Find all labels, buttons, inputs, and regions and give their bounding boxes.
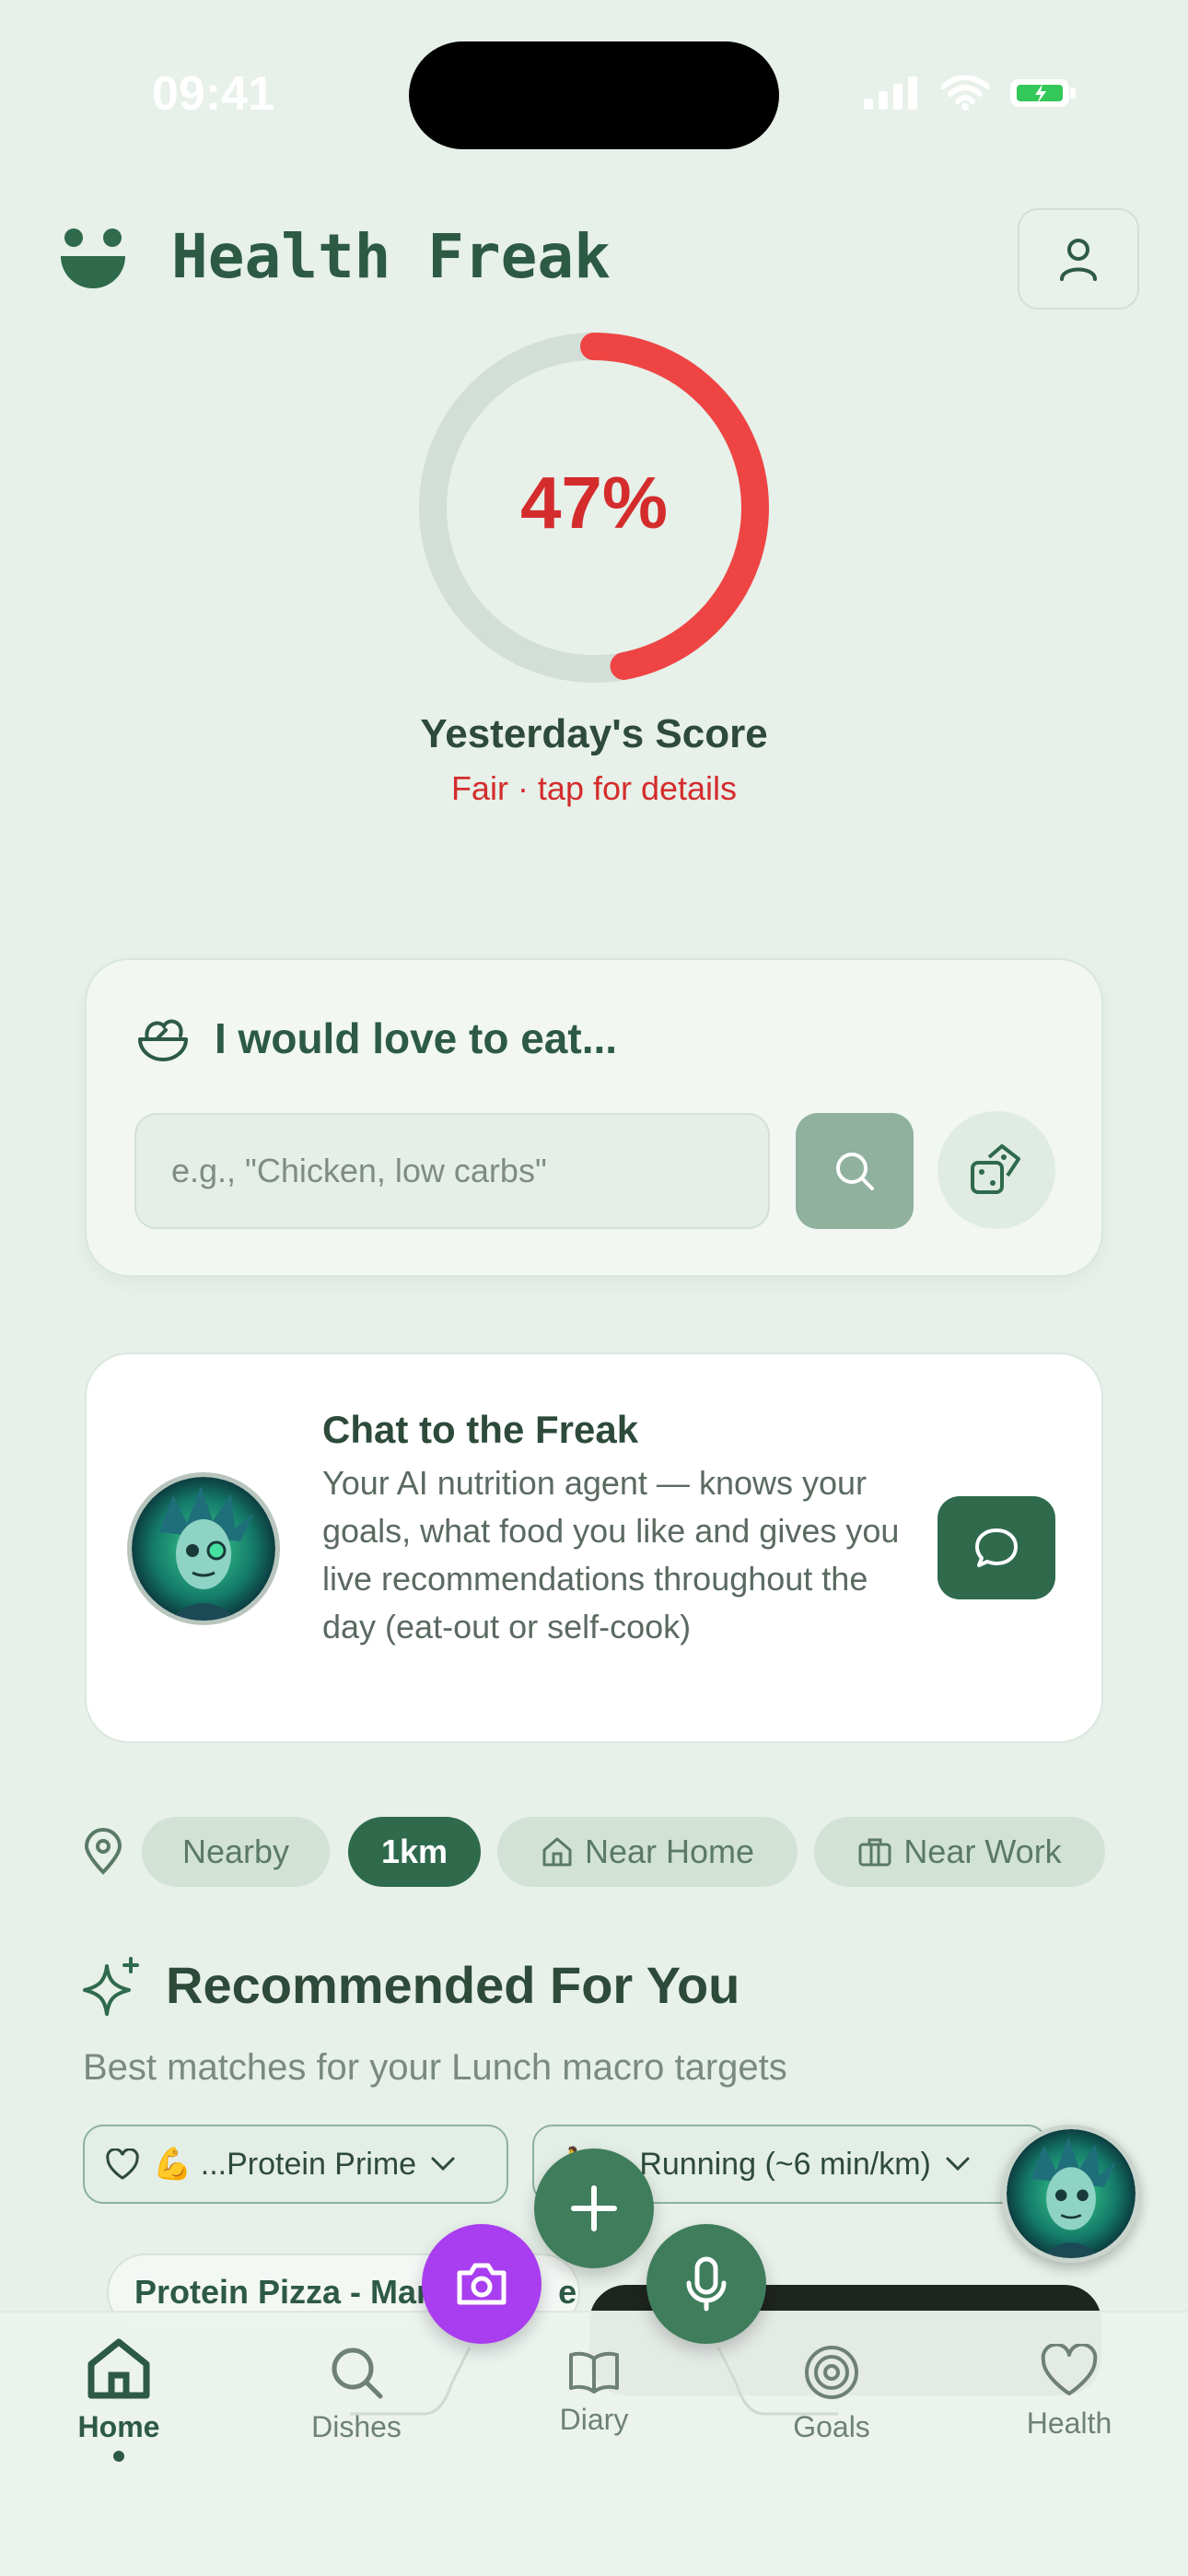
- microphone-icon: [686, 2256, 727, 2312]
- recommended-subtitle: Best matches for your Lunch macro target…: [83, 2047, 787, 2088]
- home-icon: [87, 2338, 150, 2399]
- score-value: 47%: [519, 462, 669, 544]
- activity-value: ...Running (~6 min/km): [613, 2146, 931, 2182]
- user-icon: [1060, 239, 1097, 281]
- heart-icon: [1041, 2344, 1098, 2395]
- eat-title: I would love to eat...: [215, 1014, 618, 1062]
- filter-chip-label: 1km: [380, 1832, 448, 1870]
- battery-icon: [1010, 79, 1076, 107]
- recommended-title: Recommended For You: [166, 1956, 740, 2014]
- status-time: 09:41: [152, 67, 274, 121]
- filter-chip-label: Near Work: [903, 1832, 1062, 1870]
- food-search-button[interactable]: [796, 1113, 914, 1229]
- chevron-down-icon: [946, 2157, 970, 2172]
- dish-name-tail: e: [558, 2273, 577, 2311]
- logo-icon: [61, 228, 125, 288]
- filter-chip-nearby[interactable]: Nearby: [142, 1817, 330, 1887]
- nav-goals[interactable]: Goals: [740, 2344, 924, 2444]
- target-icon: [805, 2346, 858, 2399]
- sparkle-icon: [83, 1957, 139, 2016]
- filter-chip-1km[interactable]: 1km: [348, 1817, 481, 1887]
- filter-chip-label: Nearby: [181, 1832, 290, 1870]
- nav-health[interactable]: Health: [977, 2344, 1161, 2441]
- add-entry-button[interactable]: [534, 2149, 654, 2268]
- filter-chip-near-work[interactable]: Near Work: [814, 1817, 1105, 1887]
- house-icon: [542, 1837, 572, 1867]
- chat-title: Chat to the Freak: [322, 1408, 639, 1451]
- score-label: Yesterday's Score: [420, 711, 768, 756]
- food-search-input[interactable]: [134, 1113, 770, 1229]
- protein-goal-value: 💪 ...Protein Prime: [153, 2147, 417, 2182]
- chat-description: Your AI nutrition agent — knows your goa…: [322, 1464, 900, 1645]
- signal-icon: [864, 76, 917, 110]
- random-dish-button[interactable]: [938, 1111, 1055, 1229]
- nav-label: Health: [1026, 2406, 1112, 2440]
- plus-icon: [571, 2185, 617, 2231]
- freak-chat-fab[interactable]: [1002, 2125, 1140, 2263]
- nav-diary[interactable]: Diary: [502, 2349, 686, 2437]
- book-icon: [569, 2351, 619, 2394]
- heart-outline-icon: [106, 2149, 139, 2180]
- wifi-icon: [941, 76, 989, 111]
- open-chat-button[interactable]: [938, 1496, 1055, 1599]
- dice-icon: [971, 1144, 1020, 1194]
- briefcase-icon: [858, 1838, 891, 1867]
- voice-button[interactable]: [646, 2224, 766, 2344]
- camera-icon: [457, 2263, 507, 2305]
- search-icon: [836, 1153, 874, 1190]
- nav-active-dot: [113, 2451, 124, 2462]
- avatar-illustration: [1007, 2129, 1136, 2258]
- nav-dishes[interactable]: Dishes: [264, 2344, 448, 2444]
- nav-label: Diary: [559, 2403, 629, 2436]
- salad-bowl-icon: [138, 1019, 188, 1061]
- app-title: Health Freak: [171, 221, 611, 292]
- nav-home[interactable]: Home: [27, 2336, 211, 2444]
- chat-bubble-icon: [975, 1528, 1018, 1567]
- freak-avatar: [127, 1472, 280, 1625]
- protein-goal-select[interactable]: 💪 ...Protein Prime: [83, 2125, 508, 2204]
- search-icon: [332, 2348, 383, 2399]
- score-details-link[interactable]: Fair · tap for details: [0, 769, 1188, 808]
- avatar-illustration: [132, 1477, 275, 1621]
- filter-chip-near-home[interactable]: Near Home: [497, 1817, 798, 1887]
- location-pin-icon: [84, 1828, 122, 1875]
- nav-label: Home: [77, 2410, 160, 2443]
- camera-button[interactable]: [422, 2224, 542, 2344]
- nav-label: Goals: [793, 2410, 870, 2443]
- dish-name: Protein Pizza - Mar: [134, 2273, 430, 2311]
- status-icons: [864, 76, 1077, 111]
- dynamic-island: [409, 41, 779, 149]
- chevron-down-icon: [431, 2157, 455, 2172]
- profile-button[interactable]: [1018, 208, 1139, 310]
- filter-chip-label: Near Home: [584, 1832, 755, 1870]
- nav-label: Dishes: [311, 2410, 402, 2443]
